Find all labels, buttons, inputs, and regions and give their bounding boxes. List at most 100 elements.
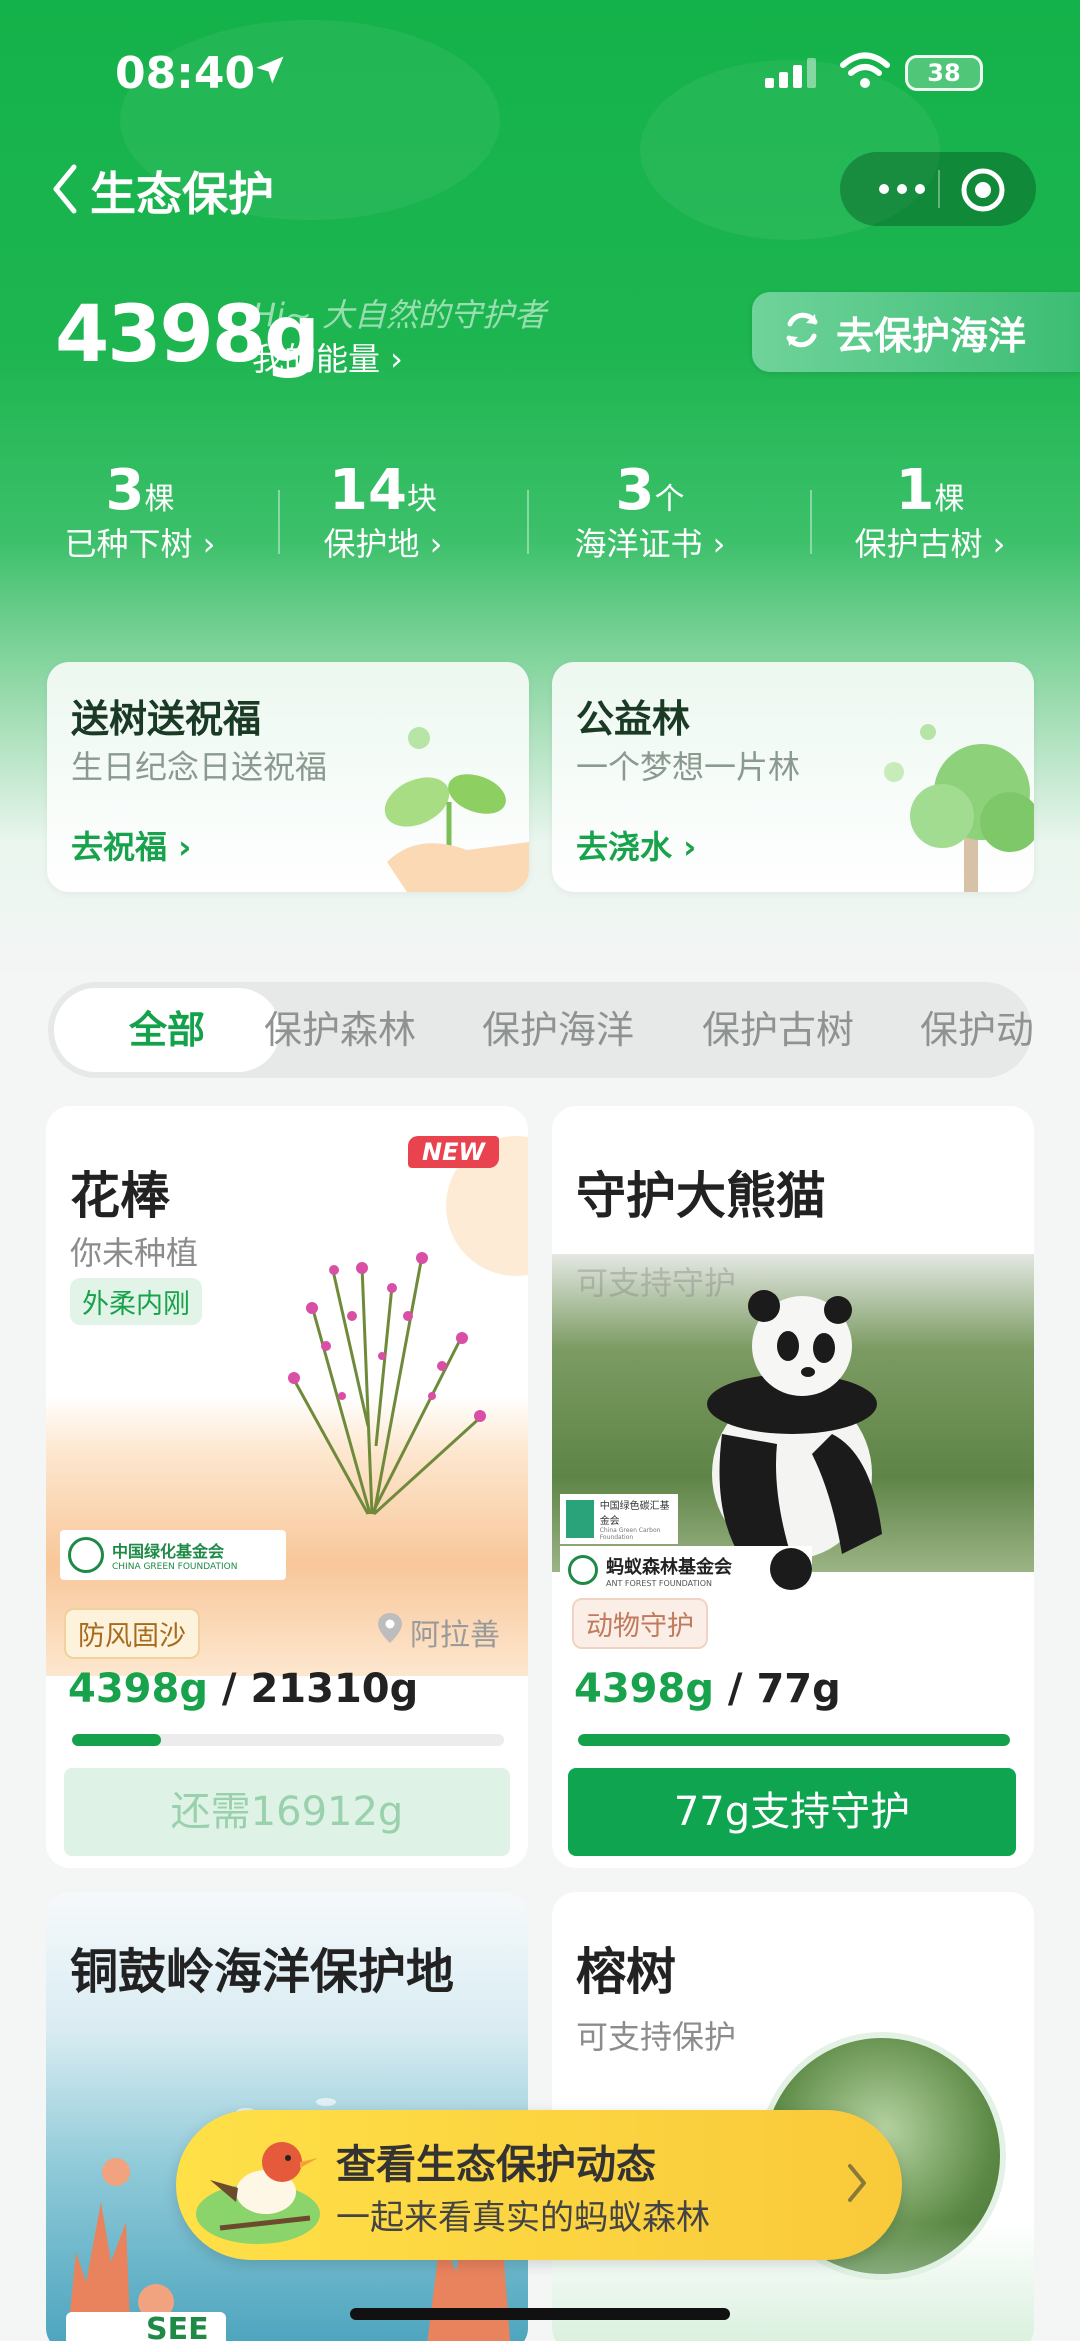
wifi-icon (840, 52, 890, 94)
send-blessing-link[interactable]: 去祝福 › (71, 822, 191, 868)
carbon-foundation-name: 中国绿色碳汇基金会 (599, 1501, 670, 1527)
foundation-logo-icon (68, 1537, 104, 1573)
ant-forest-foundation-logo: 蚂蚁森林基金会 ANT FOREST FOUNDATION (560, 1546, 812, 1594)
stat-number: 14 (329, 458, 407, 523)
progress-fill (72, 1734, 161, 1746)
stat-ocean-certificates[interactable]: 3个 海洋证书 › (540, 460, 760, 566)
gift-tree-card[interactable]: 送树送祝福 生日纪念日送祝福 去祝福 › (47, 662, 529, 892)
progress-fill (578, 1734, 1010, 1746)
tab-all[interactable]: 全部 (54, 988, 280, 1072)
eco-updates-banner[interactable]: 查看生态保护动态 一起来看真实的蚂蚁森林 (176, 2110, 902, 2260)
project-name: 榕树 (576, 1943, 676, 2001)
project-tag: 外柔内刚 (70, 1278, 202, 1325)
project-card-panda[interactable]: 守护大熊猫 可支持守护 中国绿色碳汇基金会 China Green Carbon… (552, 1106, 1034, 1868)
panda-logo-icon (770, 1548, 812, 1590)
project-name: 守护大熊猫 (576, 1167, 826, 1225)
location-pin-icon (376, 1611, 404, 1653)
current-energy: 4398g (574, 1666, 714, 1712)
carbon-foundation-logo: 中国绿色碳汇基金会 China Green Carbon Foundation (560, 1494, 678, 1544)
more-options-icon[interactable] (872, 172, 932, 206)
page-title: 生态保护 (90, 167, 274, 221)
panda-illustration (682, 1284, 902, 1568)
project-status: 你未种植 (70, 1234, 199, 1272)
battery-indicator: 38 (905, 55, 983, 91)
protect-ocean-label: 去保护海洋 (836, 313, 1027, 358)
stat-unit: 棵 (144, 482, 175, 517)
stat-label: 保护古树 › (854, 525, 1006, 563)
project-status: 可支持保护 (576, 2018, 737, 2056)
location-arrow-icon (252, 52, 288, 92)
stat-ancient-trees[interactable]: 1棵 保护古树 › (820, 460, 1040, 566)
stat-label: 海洋证书 › (574, 525, 726, 563)
status-time: 08:40 (115, 48, 256, 99)
card-title: 公益林 (576, 697, 691, 741)
eco-protection-page: 08:40 38 生态保护 4398g Hi~ 大自然的守护者 我的能量 › 去… (0, 0, 1080, 2341)
project-type-tag: 防风固沙 (64, 1608, 200, 1659)
stat-unit: 棵 (934, 482, 965, 517)
stat-label: 保护地 › (323, 525, 443, 563)
refresh-icon (782, 310, 822, 354)
stat-unit: 块 (406, 482, 437, 517)
close-mini-program-icon[interactable] (960, 167, 1006, 217)
greeting-text: Hi~ 大自然的守护者 (252, 296, 546, 334)
stat-number: 3 (615, 458, 655, 523)
see-logo: SEE (66, 2312, 226, 2341)
capsule-divider (938, 170, 940, 208)
tab-protect-ancient-trees[interactable]: 保护古树 (702, 982, 854, 1078)
target-energy: 77g (756, 1666, 841, 1712)
mini-program-capsule (840, 152, 1036, 226)
stat-trees-planted[interactable]: 3棵 已种下树 › (30, 460, 250, 566)
energy-progress-bar (72, 1734, 504, 1746)
location-name: 阿拉善 (410, 1618, 500, 1653)
my-energy-link[interactable]: 我的能量 › (252, 334, 403, 380)
category-tabs: 全部 保护森林 保护海洋 保护古树 保护动 (48, 982, 1032, 1078)
tab-protect-animals[interactable]: 保护动 (920, 982, 1032, 1078)
tab-protect-forest[interactable]: 保护森林 (264, 982, 416, 1078)
charity-forest-card[interactable]: 公益林 一个梦想一片林 去浇水 › (552, 662, 1034, 892)
stats-row: 3棵 已种下树 › 14块 保护地 › 3个 海洋证书 › 1棵 保护古树 › (0, 460, 1080, 580)
ant-forest-foundation-name-en: ANT FOREST FOUNDATION (606, 1578, 713, 1588)
stat-number: 3 (105, 458, 145, 523)
ant-forest-logo-icon (568, 1555, 598, 1585)
energy-progress-text: 4398g / 21310g (68, 1666, 418, 1712)
go-water-link[interactable]: 去浇水 › (576, 822, 696, 868)
ant-forest-foundation-name: 蚂蚁森林基金会 (606, 1556, 732, 1578)
card-subtitle: 生日纪念日送祝福 (71, 748, 328, 786)
status-bar: 08:40 38 (0, 0, 1080, 140)
chevron-left-icon (50, 163, 80, 219)
back-button[interactable]: 生态保护 (50, 158, 274, 224)
tab-protect-ocean[interactable]: 保护海洋 (482, 982, 634, 1078)
stat-divider (527, 490, 529, 554)
card-title: 送树送祝福 (71, 697, 262, 741)
stat-protected-land[interactable]: 14块 保护地 › (273, 460, 493, 566)
project-card-huabang[interactable]: NEW 花棒 你未种植 外柔内刚 中国绿化基金会 CHINA GREEN FOU… (46, 1106, 528, 1868)
energy-progress-bar (578, 1734, 1010, 1746)
home-indicator[interactable] (350, 2308, 730, 2320)
stat-unit: 个 (654, 482, 685, 517)
current-energy: 4398g (68, 1666, 208, 1712)
progress-separator: / (727, 1666, 757, 1712)
protect-ocean-button[interactable]: 去保护海洋 (752, 292, 1080, 372)
progress-separator: / (221, 1666, 251, 1712)
stat-label: 已种下树 › (64, 525, 216, 563)
target-energy: 21310g (250, 1666, 419, 1712)
foundation-name-en: CHINA GREEN FOUNDATION (112, 1562, 238, 1572)
project-location: 阿拉善 (376, 1610, 500, 1654)
card-subtitle: 一个梦想一片林 (576, 748, 801, 786)
support-protect-button[interactable]: 77g支持守护 (568, 1768, 1016, 1856)
new-badge: NEW (408, 1136, 499, 1168)
project-type-tag: 动物守护 (572, 1598, 708, 1649)
project-name: 铜鼓岭海洋保护地 (70, 1944, 455, 2000)
cellular-signal-icon (765, 58, 821, 92)
nav-header: 生态保护 (0, 150, 1080, 230)
huabang-plant-illustration (282, 1226, 492, 1520)
stat-number: 1 (895, 458, 935, 523)
foundation-name: 中国绿化基金会 (112, 1542, 225, 1561)
energy-progress-text: 4398g / 77g (574, 1666, 841, 1712)
foundation-logo: 中国绿化基金会 CHINA GREEN FOUNDATION (60, 1530, 286, 1580)
banner-subtitle: 一起来看真实的蚂蚁森林 (336, 2198, 710, 2238)
banner-title: 查看生态保护动态 (336, 2142, 656, 2188)
carbon-foundation-name-en: China Green Carbon Foundation (599, 1527, 661, 1541)
need-more-energy-button[interactable]: 还需16912g (64, 1768, 510, 1856)
bird-on-leaf-icon (190, 2118, 330, 2262)
